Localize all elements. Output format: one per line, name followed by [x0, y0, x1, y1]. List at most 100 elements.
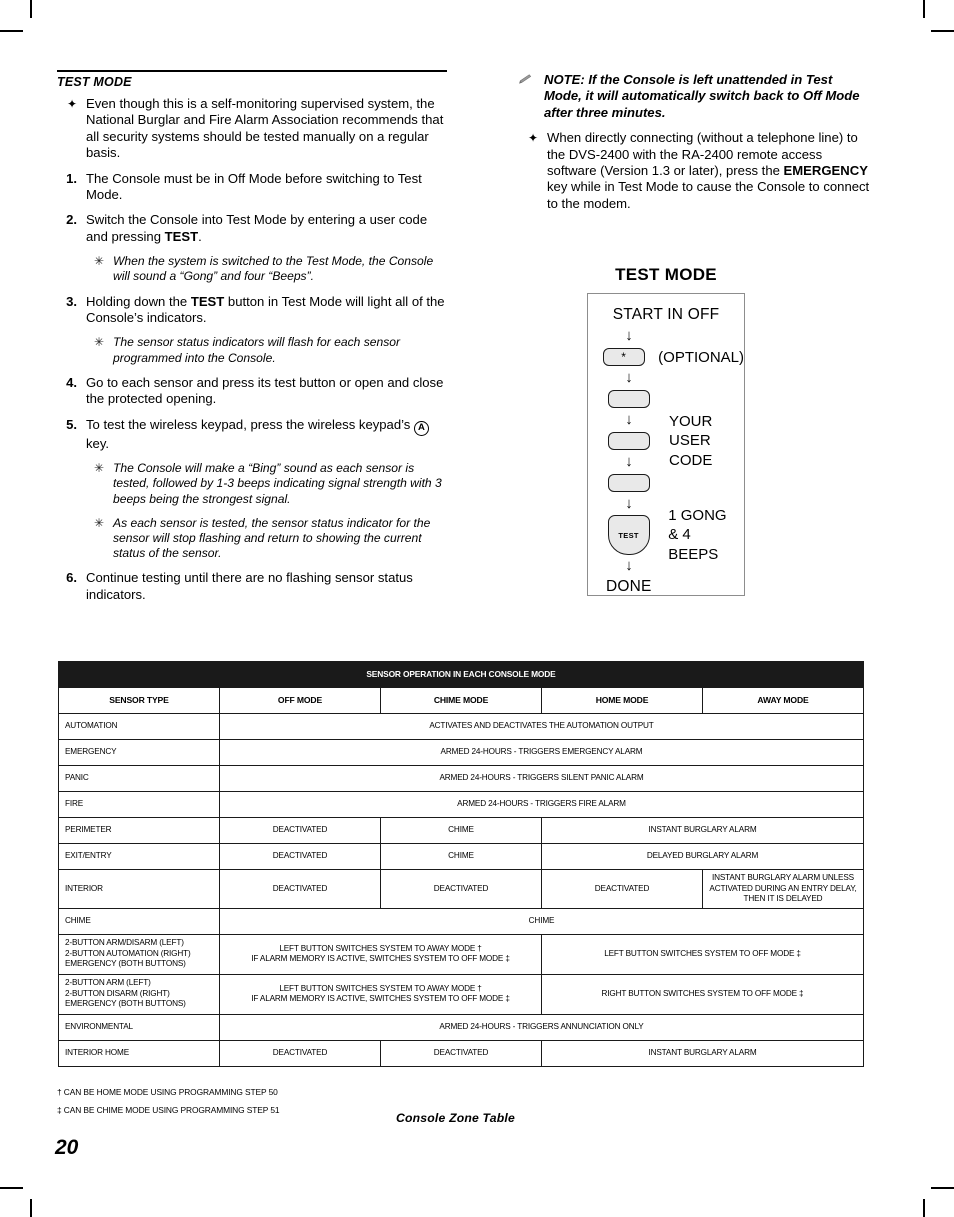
table-column-header: OFF MODE	[219, 687, 381, 714]
table-column-header-row: SENSOR TYPE OFF MODE CHIME MODE HOME MODE AW…	[58, 687, 864, 714]
console-key-blank[interactable]	[608, 390, 650, 408]
table-cell: DEACTIVATED	[219, 817, 381, 844]
table-column-header: HOME MODE	[541, 687, 703, 714]
table-band-title: SENSOR OPERATION IN EACH CONSOLE MODE	[58, 661, 864, 688]
table-cell: ARMED 24-HOURS - TRIGGERS EMERGENCY ALAR…	[219, 739, 864, 766]
table-cell: DEACTIVATED	[219, 1039, 381, 1067]
flow-diagram-title: TEST MODE	[615, 265, 717, 284]
footnote-double-dagger: ‡ CAN BE CHIME MODE USING PROGRAMMING ST…	[57, 1105, 280, 1115]
numbered-step: 4. Go to each sensor and press its test b…	[57, 375, 447, 408]
flow-key-slot	[598, 474, 660, 492]
pencil-icon	[518, 72, 538, 121]
diamond-bullet-icon: ✦	[66, 97, 77, 111]
table-cell: DEACTIVATED	[541, 869, 703, 909]
step-text-pre: Holding down the	[86, 293, 191, 309]
table-row: INTERIOR HOME DEACTIVATED DEACTIVATED INSTA…	[58, 1039, 864, 1067]
console-key-blank[interactable]	[608, 474, 650, 492]
flow-step: * (OPTIONAL)	[588, 344, 744, 370]
flow-arrow: ↓	[588, 454, 744, 470]
table-row-sensor-type: INTERIOR HOME	[58, 1039, 220, 1067]
sub-note-text: The sensor status indicators will flash …	[113, 335, 401, 365]
note-block: NOTE: If the Console is left unattended …	[518, 72, 870, 121]
console-key-test[interactable]: TEST	[607, 515, 650, 555]
crop-mark-top-right-vertical	[923, 0, 925, 18]
crop-mark-bottom-left-horizontal	[0, 1187, 23, 1189]
table-cell: CHIME	[380, 843, 542, 870]
flow-step	[588, 386, 744, 412]
note-text: NOTE: If the Console is left unattended …	[544, 72, 860, 120]
asterisk-bullet-icon: ✳	[93, 335, 104, 350]
table-band-row: SENSOR OPERATION IN EACH CONSOLE MODE	[58, 661, 864, 688]
crop-mark-bottom-left-vertical	[30, 1199, 32, 1217]
table-row: FIRE ARMED 24-HOURS - TRIGGERS FIRE ALARM	[58, 791, 864, 818]
step-text-pre: To test the wireless keypad, press the w…	[86, 416, 414, 432]
table-row-sensor-type: INTERIOR	[58, 869, 220, 909]
table-cell: INSTANT BURGLARY ALARM	[541, 817, 864, 844]
table-cell: INSTANT BURGLARY ALARM UNLESS ACTIVATED …	[702, 869, 864, 909]
table-column-header: SENSOR TYPE	[58, 687, 220, 714]
step-text: The Console must be in Off Mode before s…	[86, 170, 422, 203]
table-cell: DEACTIVATED	[219, 843, 381, 870]
asterisk-bullet-icon: ✳	[93, 515, 104, 530]
flow-step-label-line: YOUR	[669, 412, 713, 430]
table-row: AUTOMATION ACTIVATES AND DEACTIVATES THE …	[58, 713, 864, 740]
flow-step-label: YOUR USER CODE	[669, 412, 712, 471]
table-row: 2-BUTTON ARM/DISARM (LEFT) 2-BUTTON AUTOM…	[58, 933, 864, 975]
emphasis-key-label: TEST	[190, 293, 225, 309]
asterisk-bullet-icon: ✳	[93, 461, 104, 476]
crop-mark-top-right-horizontal	[931, 30, 954, 32]
table-row-sensor-type: 2-BUTTON ARM/DISARM (LEFT) 2-BUTTON AUTOM…	[58, 933, 220, 975]
table-cell: CHIME	[219, 907, 864, 935]
flow-key-slot	[598, 390, 660, 408]
table-row: PERIMETER DEACTIVATED CHIME INSTANT BURGLAR…	[58, 817, 864, 844]
step-number: 3.	[66, 293, 77, 309]
table-row-sensor-type: AUTOMATION	[58, 713, 220, 740]
step-number: 6.	[66, 570, 77, 586]
flow-step-label-line: USER	[669, 432, 711, 450]
step-text: Holding down the TEST button in Test Mod…	[86, 294, 447, 327]
sub-note-item: ✳ As each sensor is tested, the sensor st…	[91, 516, 447, 562]
down-arrow-icon: ↓	[625, 494, 633, 512]
left-column: TEST MODE ✦ Even though this is a self-mo…	[57, 70, 447, 612]
flow-start-label: START IN OFF	[588, 302, 744, 328]
crop-mark-bottom-right-horizontal	[931, 1187, 954, 1189]
table-row-sensor-type: ENVIRONMENTAL	[58, 1013, 220, 1041]
right-bullet-text: When directly connecting (without a tele…	[547, 130, 870, 211]
diamond-bullet-icon: ✦	[527, 131, 538, 146]
down-arrow-icon: ↓	[625, 452, 633, 470]
table-cell: LEFT BUTTON SWITCHES SYSTEM TO OFF MODE …	[541, 933, 864, 975]
asterisk-bullet-icon: ✳	[93, 254, 104, 269]
console-key-star[interactable]: *	[602, 348, 645, 366]
numbered-step: 3. Holding down the TEST button in Test M…	[57, 294, 447, 327]
table-row: ENVIRONMENTAL ARMED 24-HOURS - TRIGGERS A…	[58, 1013, 864, 1041]
sub-note-text: As each sensor is tested, the sensor sta…	[113, 515, 431, 561]
flow-key-slot: TEST	[598, 515, 659, 555]
table-row-sensor-type: 2-BUTTON ARM (LEFT) 2-BUTTON DISARM (RIGH…	[58, 973, 220, 1015]
table-row: PANIC ARMED 24-HOURS - TRIGGERS SILENT PA…	[58, 765, 864, 792]
table-column-header: AWAY MODE	[702, 687, 864, 714]
flow-diagram-box: START IN OFF ↓ * (OPTIONAL) ↓ ↓ YOUR USER CODE ↓ ↓…	[587, 293, 745, 596]
flow-key-slot: *	[598, 348, 649, 366]
flow-key-slot	[598, 432, 660, 450]
sub-note-item: ✳ The sensor status indicators will flash…	[91, 335, 447, 365]
table-cell: RIGHT BUTTON SWITCHES SYSTEM TO OFF MODE…	[541, 973, 864, 1015]
table-cell: DEACTIVATED	[380, 1039, 542, 1067]
table-head: SENSOR OPERATION IN EACH CONSOLE MODE SE…	[58, 661, 864, 714]
step-number: 2.	[66, 212, 77, 228]
down-arrow-icon: ↓	[625, 326, 633, 344]
console-key-blank[interactable]	[608, 432, 650, 450]
flow-step: TEST 1 GONG & 4 BEEPS	[588, 507, 744, 563]
left-column-list: ✦ Even though this is a self-monitoring s…	[57, 96, 447, 603]
flow-arrow: ↓	[588, 370, 744, 386]
table-cell: ARMED 24-HOURS - TRIGGERS SILENT PANIC A…	[219, 765, 864, 792]
table-row-sensor-type: PERIMETER	[58, 817, 220, 844]
flow-end-text: DONE	[606, 578, 652, 595]
crop-mark-top-left-vertical	[30, 0, 32, 18]
step-text: To test the wireless keypad, press the w…	[86, 417, 447, 452]
down-arrow-icon: ↓	[625, 556, 633, 574]
crop-mark-top-left-horizontal	[0, 30, 23, 32]
table-cell: ACTIVATES AND DEACTIVATES THE AUTOMATION…	[219, 713, 864, 740]
bullet-item: ✦ Even though this is a self-monitoring s…	[57, 96, 447, 162]
flow-step-label-line: & 4 BEEPS	[668, 526, 719, 563]
flow-step-label-line: CODE	[669, 451, 713, 469]
